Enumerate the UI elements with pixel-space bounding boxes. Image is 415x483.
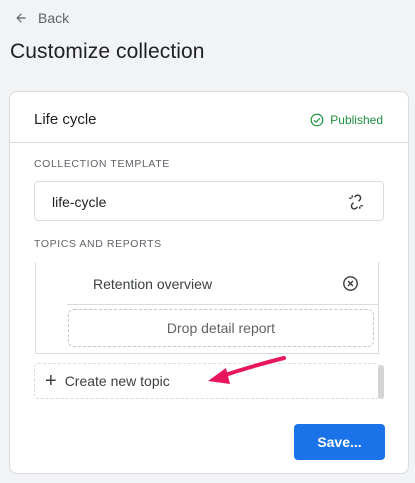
unlink-icon[interactable] <box>347 193 365 211</box>
save-button[interactable]: Save... <box>294 424 385 460</box>
back-arrow-icon <box>16 13 26 23</box>
annotation-arrow-icon <box>208 356 286 384</box>
template-section-label: COLLECTION TEMPLATE <box>34 158 170 170</box>
scrollbar[interactable] <box>378 365 384 399</box>
back-link[interactable]: Back <box>14 10 69 26</box>
report-row[interactable]: Retention overview <box>67 262 379 305</box>
collection-card: Life cycle Published COLLECTION TEMPLATE… <box>9 91 409 474</box>
card-header: Life cycle Published <box>10 92 408 143</box>
drop-detail-report-zone[interactable]: Drop detail report <box>68 309 374 347</box>
topics-section-label: TOPICS AND REPORTS <box>34 238 162 250</box>
template-value: life-cycle <box>52 194 107 210</box>
status-label: Published <box>330 113 383 127</box>
create-topic-label: Create new topic <box>64 373 170 389</box>
page-title: Customize collection <box>10 40 205 63</box>
check-circle-icon <box>310 113 324 127</box>
collection-template-field[interactable]: life-cycle <box>34 181 384 221</box>
topics-list[interactable]: Retention overview Drop detail report <box>35 262 379 354</box>
report-label: Retention overview <box>93 276 213 292</box>
status-badge: Published <box>310 113 383 127</box>
collection-name: Life cycle <box>34 111 97 128</box>
plus-icon: + <box>45 370 57 392</box>
back-label: Back <box>38 10 70 26</box>
remove-circle-icon[interactable] <box>342 275 359 292</box>
